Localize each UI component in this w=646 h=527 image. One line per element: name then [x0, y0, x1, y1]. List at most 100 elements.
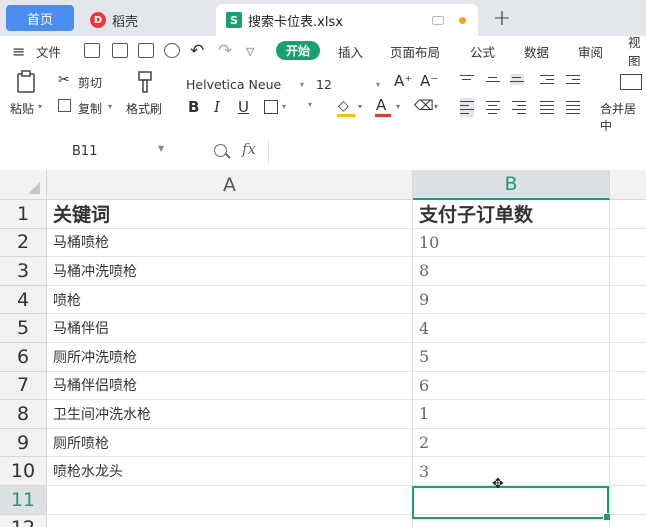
save-icon[interactable]	[84, 43, 100, 58]
menu-data[interactable]: 数据	[524, 42, 549, 60]
paste-button[interactable]	[16, 70, 38, 94]
grow-font-icon[interactable]: A⁺	[394, 72, 412, 90]
merge-center-icon[interactable]	[620, 74, 642, 90]
indent-decrease-icon[interactable]	[540, 72, 554, 87]
cut-button[interactable]: 剪切	[78, 74, 102, 91]
row-header[interactable]: 2	[0, 228, 47, 258]
selected-cell-b11[interactable]	[412, 486, 611, 521]
distributed-align-icon[interactable]	[566, 98, 580, 117]
cell-empty[interactable]	[610, 229, 646, 258]
column-header-a[interactable]: A	[47, 170, 413, 200]
paste-label[interactable]: 粘贴	[10, 100, 34, 117]
cell-empty[interactable]	[610, 314, 646, 343]
font-size-dropdown-icon[interactable]: ▾	[376, 80, 380, 89]
cell-keyword[interactable]: 喷枪	[47, 285, 413, 315]
cell-empty[interactable]	[610, 257, 646, 286]
menu-review[interactable]: 审阅	[578, 42, 603, 60]
row-header[interactable]: 4	[0, 285, 47, 315]
hamburger-icon[interactable]: ≡	[12, 42, 25, 61]
row-header[interactable]: 5	[0, 314, 47, 343]
cell-order-count[interactable]: 1	[413, 400, 610, 429]
cell-order-count[interactable]: 10	[413, 228, 610, 258]
paste-dropdown-icon[interactable]: ▾	[38, 102, 42, 111]
cell-keyword[interactable]: 马桶冲洗喷枪	[47, 257, 413, 286]
fx-icon[interactable]: fx	[242, 140, 256, 158]
cell-empty[interactable]	[610, 515, 646, 527]
cell-empty[interactable]	[610, 486, 646, 515]
row-header[interactable]: 1	[0, 200, 47, 229]
align-top-icon[interactable]	[460, 72, 474, 83]
print-icon[interactable]	[138, 43, 154, 58]
row-header[interactable]: 6	[0, 343, 47, 372]
border-icon[interactable]	[264, 100, 278, 114]
cell-empty[interactable]	[610, 457, 646, 486]
row-header[interactable]: 9	[0, 428, 47, 458]
copy-dropdown-icon[interactable]: ▾	[108, 102, 112, 111]
cell-keyword[interactable]: 厕所冲洗喷枪	[47, 343, 413, 372]
menu-formula[interactable]: 公式	[470, 42, 495, 60]
cell-keyword[interactable]: 喷枪水龙头	[47, 457, 413, 486]
undo-icon[interactable]: ↶	[190, 41, 204, 61]
print-preview-icon[interactable]	[164, 43, 180, 58]
align-middle-icon[interactable]	[486, 74, 500, 85]
cell-order-count[interactable]: 4	[413, 314, 610, 343]
menu-file[interactable]: 文件	[36, 42, 61, 60]
fill-color-dropdown-icon[interactable]: ▾	[358, 102, 362, 111]
fill-color-icon[interactable]: ◇	[338, 98, 349, 114]
export-pdf-icon[interactable]	[112, 43, 128, 58]
strikethrough-dropdown-icon[interactable]: ▾	[308, 100, 312, 109]
font-name-select[interactable]: Helvetica Neue	[186, 74, 281, 94]
cell-keyword[interactable]	[47, 514, 413, 527]
zoom-icon[interactable]	[214, 144, 227, 157]
cell-keyword[interactable]: 关键词	[47, 200, 413, 229]
menu-insert[interactable]: 插入	[338, 42, 363, 60]
format-painter-button[interactable]: 格式刷	[126, 100, 162, 117]
row-header[interactable]: 12	[0, 514, 47, 527]
copy-button[interactable]: 复制	[78, 100, 102, 117]
name-box[interactable]: B11 ▼	[6, 141, 166, 163]
border-dropdown-icon[interactable]: ▾	[282, 102, 286, 111]
bold-button[interactable]: B	[188, 98, 199, 116]
column-header-c[interactable]	[610, 170, 646, 200]
row-header[interactable]: 3	[0, 257, 47, 286]
align-center-icon[interactable]	[486, 98, 500, 117]
column-header-b[interactable]: B	[413, 170, 610, 200]
row-header[interactable]: 11	[0, 486, 47, 515]
align-right-icon[interactable]	[512, 98, 526, 117]
cell-empty[interactable]	[610, 286, 646, 315]
new-tab-button[interactable]: +	[490, 6, 514, 31]
row-header[interactable]: 10	[0, 457, 47, 486]
tab-home[interactable]: 首页	[6, 5, 74, 31]
justify-icon[interactable]	[540, 98, 554, 117]
cell-empty[interactable]	[610, 343, 646, 372]
cell-keyword[interactable]: 马桶伴侣喷枪	[47, 371, 413, 401]
cell-order-count[interactable]: 支付子订单数	[413, 200, 610, 229]
quick-access-more-icon[interactable]: ▽	[246, 42, 254, 60]
cell-keyword[interactable]	[47, 486, 413, 515]
font-size-select[interactable]: 12	[316, 74, 332, 94]
menu-start[interactable]: 开始	[276, 41, 320, 60]
underline-button[interactable]: U	[238, 98, 249, 116]
cell-order-count[interactable]: 3	[413, 457, 610, 486]
cell-empty[interactable]	[610, 200, 646, 229]
cell-order-count[interactable]: 5	[413, 343, 610, 372]
cell-keyword[interactable]: 马桶伴侣	[47, 314, 413, 343]
menu-view[interactable]: 视图	[628, 35, 646, 69]
cell-keyword[interactable]: 卫生间冲洗水枪	[47, 400, 413, 429]
font-color-dropdown-icon[interactable]: ▾	[396, 102, 400, 111]
redo-icon[interactable]: ↷	[218, 41, 232, 61]
italic-button[interactable]: I	[214, 98, 220, 116]
cell-keyword[interactable]: 厕所喷枪	[47, 428, 413, 458]
select-all-corner[interactable]	[0, 170, 47, 200]
cell-order-count[interactable]: 6	[413, 371, 610, 401]
cell-order-count[interactable]: 8	[413, 257, 610, 286]
menu-page-layout[interactable]: 页面布局	[390, 42, 440, 60]
eraser-icon[interactable]: ⌫	[414, 98, 434, 114]
indent-increase-icon[interactable]	[566, 72, 580, 87]
cell-order-count[interactable]: 9	[413, 285, 610, 315]
cell-empty[interactable]	[610, 400, 646, 429]
eraser-dropdown-icon[interactable]: ▾	[434, 102, 438, 111]
tab-file-active[interactable]: S 搜索卡位表.xlsx	[216, 4, 478, 36]
cell-empty[interactable]	[610, 372, 646, 401]
align-bottom-icon[interactable]	[510, 74, 524, 85]
